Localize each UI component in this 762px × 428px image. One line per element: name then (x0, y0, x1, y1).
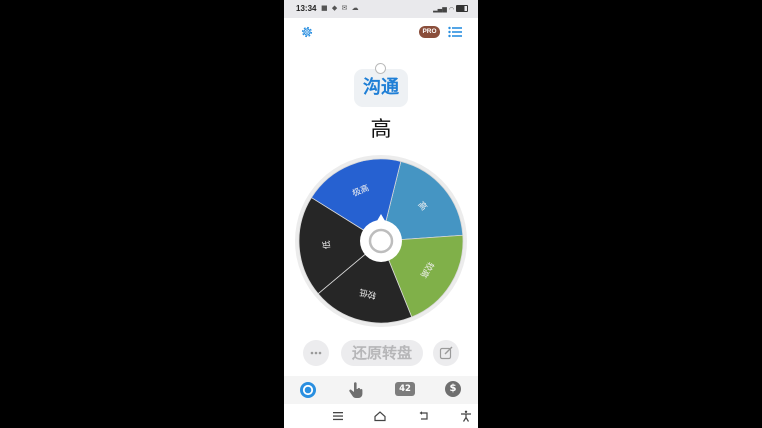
reset-wheel-button[interactable]: 还原转盘 (341, 340, 423, 366)
status-time: 13:34 (296, 4, 317, 13)
wheel-icon[interactable] (299, 381, 317, 399)
dollar-icon[interactable]: $ (445, 381, 461, 397)
edit-button[interactable] (433, 340, 459, 366)
cloud-icon: ☁ (351, 4, 360, 12)
result-title-card: 沟通 (354, 69, 408, 107)
battery-icon (456, 5, 468, 12)
back-icon[interactable] (418, 410, 430, 422)
video-icon: ■ (321, 4, 329, 12)
list-icon[interactable] (448, 26, 462, 38)
menu-icon[interactable] (332, 410, 344, 422)
pointer-knob (375, 63, 386, 74)
edit-icon (439, 346, 453, 360)
wheel-segment-label: 低 (321, 240, 333, 250)
notification-icons: ■ ◆ ✉ ☁ (321, 4, 360, 12)
result-value: 高 (370, 117, 392, 141)
system-icons: ▂▄▆ ◠ (433, 4, 468, 13)
pro-badge[interactable]: PRO (419, 26, 440, 38)
signal-icon: ▂▄▆ (433, 6, 447, 13)
more-button[interactable] (303, 340, 329, 366)
system-nav-bar (284, 404, 478, 428)
mail-icon: ✉ (341, 4, 349, 12)
phone-screen: 13:34 ■ ◆ ✉ ☁ ▂▄▆ ◠ PRO 沟通 高 高较高 较低低极高 还… (284, 0, 478, 428)
spin-wheel[interactable]: 高较高较低低极高 (294, 154, 468, 328)
tap-icon[interactable] (347, 381, 365, 399)
status-bar: 13:34 ■ ◆ ✉ ☁ ▂▄▆ ◠ (284, 0, 478, 18)
message-icon: ◆ (331, 4, 339, 12)
wifi-icon: ◠ (448, 6, 455, 13)
number-icon[interactable]: 42 (395, 382, 415, 396)
spin-button[interactable] (360, 220, 402, 262)
tab-bar: 42 $ (284, 376, 478, 404)
home-icon[interactable] (374, 410, 386, 422)
accessibility-icon[interactable] (460, 410, 472, 422)
more-icon (310, 351, 322, 355)
gear-icon[interactable] (300, 25, 314, 39)
